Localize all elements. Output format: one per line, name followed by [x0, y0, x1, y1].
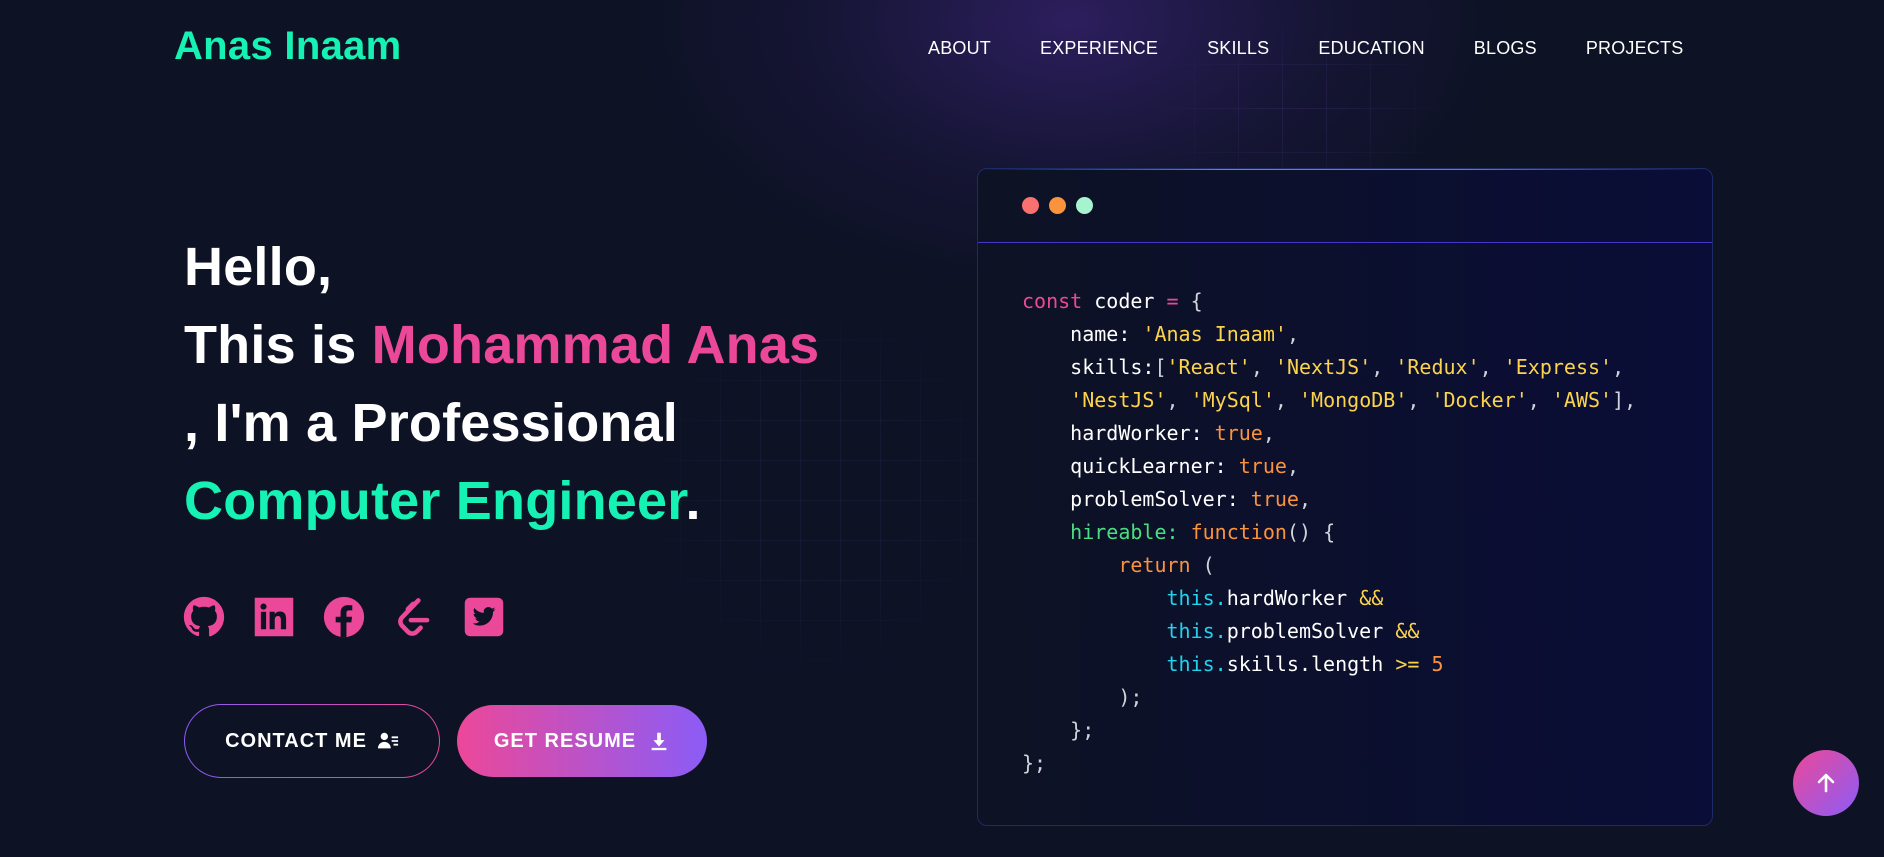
code-line: hardWorker: true, — [1070, 421, 1275, 445]
nav-blogs[interactable]: BLOGS — [1474, 38, 1537, 59]
contact-me-label: CONTACT ME — [225, 729, 367, 752]
linkedin-icon — [254, 597, 294, 637]
hero-name: Mohammad Anas — [371, 315, 820, 375]
hero-role-suffix: . — [685, 471, 701, 531]
nav-education[interactable]: EDUCATION — [1318, 38, 1424, 59]
code-line: name: 'Anas Inaam', — [1070, 322, 1299, 346]
code-window: const coder = { name: 'Anas Inaam', skil… — [977, 168, 1713, 826]
code-window-titlebar — [978, 169, 1712, 243]
get-resume-label: GET RESUME — [493, 729, 637, 752]
nav-skills[interactable]: SKILLS — [1207, 38, 1269, 59]
download-icon — [651, 732, 667, 751]
code-line: this.hardWorker && — [1166, 586, 1384, 610]
code-line: return ( — [1118, 553, 1215, 577]
code-line: }; — [1022, 751, 1047, 775]
titlebar-gradient-line — [978, 169, 1712, 170]
hero-intro: This is Mohammad Anas — [184, 306, 819, 384]
leetcode-link[interactable] — [393, 596, 435, 638]
twitter-icon — [464, 597, 504, 637]
get-resume-button[interactable]: GET RESUME — [457, 705, 707, 777]
hero-intro-prefix: This is — [184, 315, 372, 375]
user-list-icon — [377, 732, 399, 749]
social-links — [183, 596, 505, 638]
code-block: const coder = { name: 'Anas Inaam', skil… — [1022, 285, 1636, 780]
hero-greeting: Hello, — [184, 237, 333, 297]
code-line: hireable: function() { — [1070, 520, 1336, 544]
code-line: this.problemSolver && — [1166, 619, 1420, 643]
code-line: const coder = { — [1022, 289, 1203, 313]
nav-about[interactable]: ABOUT — [928, 38, 991, 59]
github-link[interactable] — [183, 596, 225, 638]
nav-projects[interactable]: PROJECTS — [1586, 38, 1684, 59]
scroll-to-top-button[interactable] — [1793, 750, 1859, 816]
hero-role: Computer Engineer — [184, 471, 686, 531]
contact-me-button[interactable]: CONTACT ME — [184, 704, 440, 778]
code-line: ); — [1118, 685, 1143, 709]
window-controls — [1022, 197, 1093, 214]
leetcode-icon — [398, 598, 430, 636]
close-dot — [1022, 197, 1039, 214]
code-line: }; — [1070, 718, 1095, 742]
nav-experience[interactable]: EXPERIENCE — [1040, 38, 1158, 59]
maximize-dot — [1076, 197, 1093, 214]
code-line: this.skills.length >= 5 — [1166, 652, 1444, 676]
twitter-link[interactable] — [463, 596, 505, 638]
code-line: problemSolver: true, — [1070, 487, 1312, 511]
hero-role-line: Computer Engineer. — [184, 462, 819, 540]
facebook-link[interactable] — [323, 596, 365, 638]
facebook-icon — [323, 596, 365, 638]
hero-heading: Hello, This is Mohammad Anas , I'm a Pro… — [184, 228, 819, 540]
code-line: skills:['React', 'NextJS', 'Redux', 'Exp… — [1070, 355, 1625, 379]
code-line: 'NestJS', 'MySql', 'MongoDB', 'Docker', … — [1070, 388, 1637, 412]
site-logo[interactable]: Anas Inaam — [174, 24, 402, 69]
github-icon — [183, 596, 225, 637]
arrow-up-icon — [1817, 773, 1835, 793]
code-line: quickLearner: true, — [1070, 454, 1299, 478]
hero-role-prefix: , I'm a Professional — [184, 393, 679, 453]
linkedin-link[interactable] — [253, 596, 295, 638]
minimize-dot — [1049, 197, 1066, 214]
main-nav: ABOUT EXPERIENCE SKILLS EDUCATION BLOGS … — [928, 38, 1683, 59]
